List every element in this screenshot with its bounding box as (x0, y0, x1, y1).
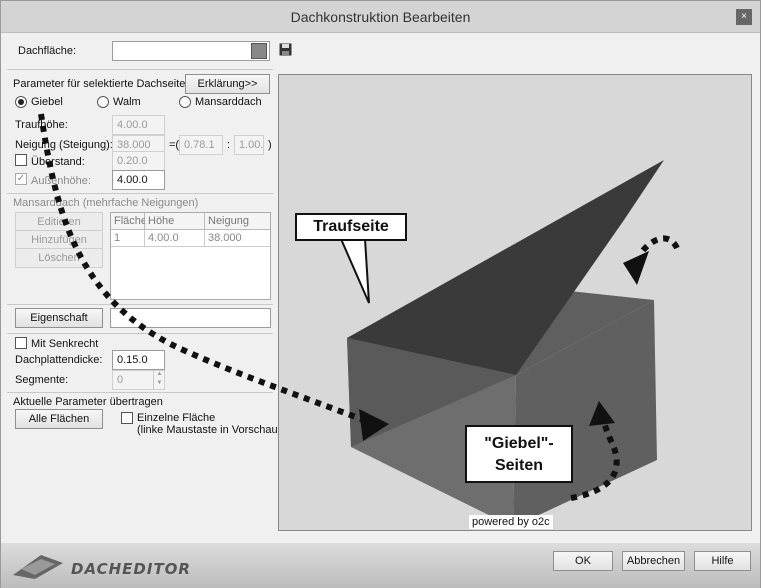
arrowhead-left (359, 409, 389, 441)
arrowhead-bottom (589, 401, 615, 426)
logo-text: DACHEDITOR (71, 560, 191, 578)
giebel-callout-line2: Seiten (494, 457, 543, 474)
dotted-arrow-right (638, 235, 680, 255)
traufseite-pointer (339, 238, 370, 304)
giebel-callout-line1: "Giebel"- (484, 435, 554, 452)
dialog-window: Dachkonstruktion Bearbeiten × Dachfläche… (0, 0, 761, 588)
dacheditor-logo-icon (13, 555, 63, 579)
arrowhead-right (623, 251, 649, 285)
traufseite-callout: Traufseite (295, 213, 407, 241)
dotted-arrow-bottom (570, 412, 620, 501)
help-button[interactable]: Hilfe (694, 551, 751, 571)
dotted-arrow-left (38, 113, 368, 424)
ok-button[interactable]: OK (553, 551, 613, 571)
annotation-overlay (38, 113, 680, 501)
cancel-button[interactable]: Abbrechen (622, 551, 685, 571)
giebel-callout: "Giebel"- Seiten (465, 425, 573, 483)
footer: DACHEDITOR OK Abbrechen Hilfe (1, 543, 760, 588)
